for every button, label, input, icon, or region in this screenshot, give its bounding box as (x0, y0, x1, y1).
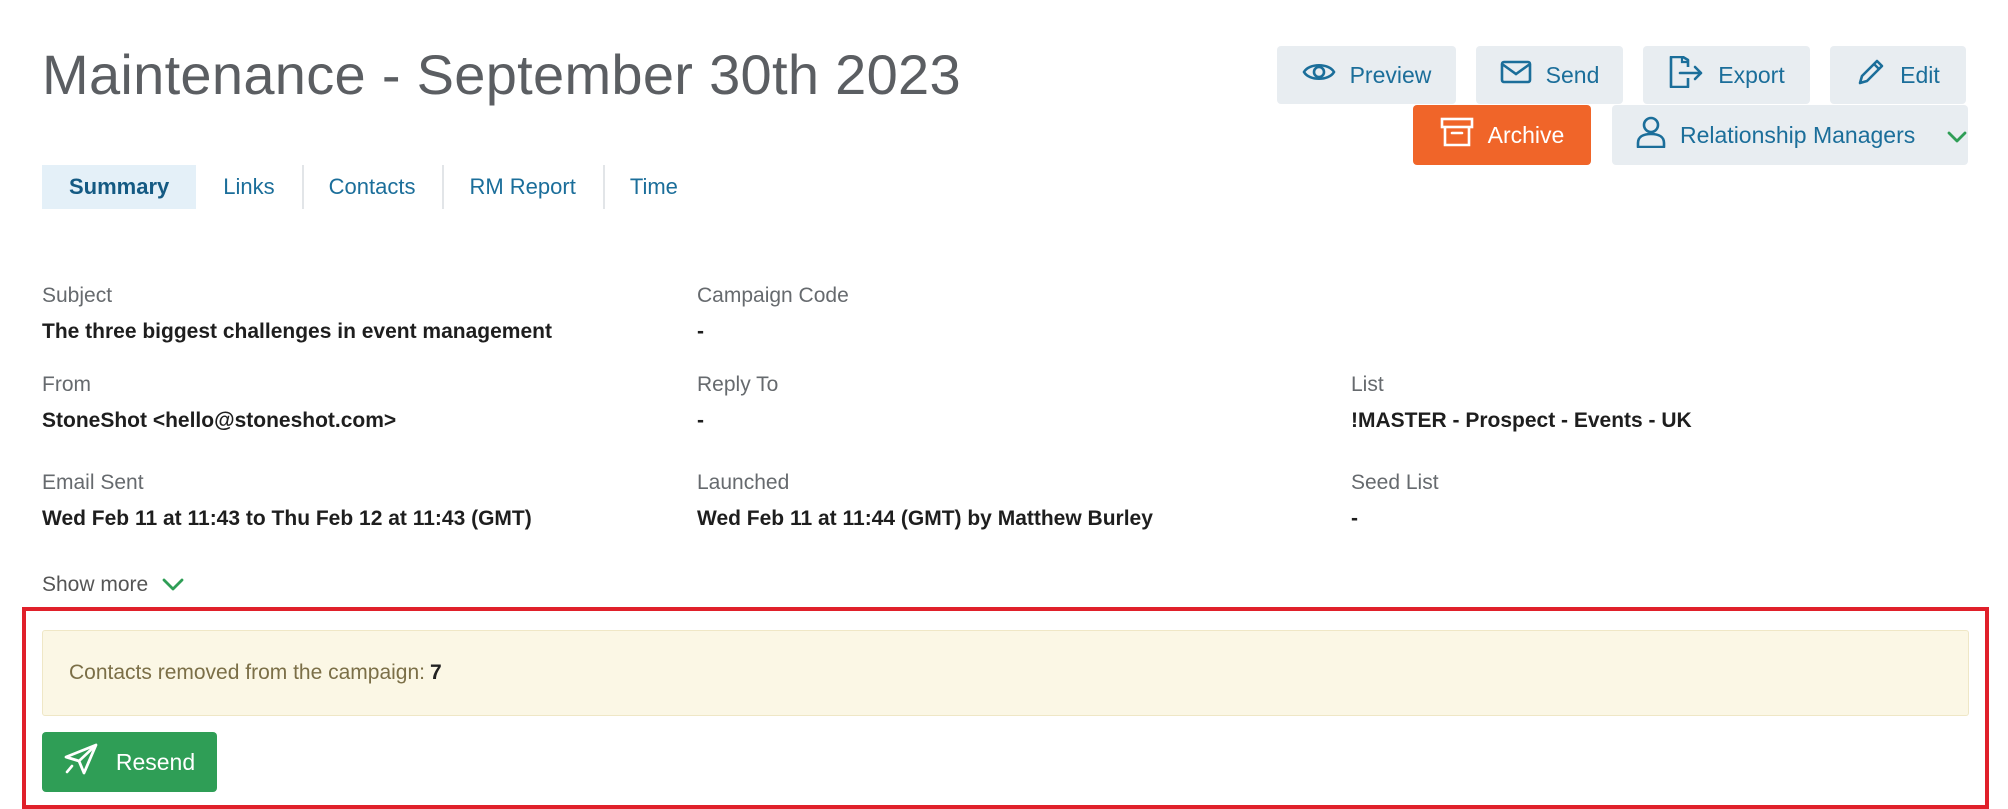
relationship-managers-label: Relationship Managers (1680, 121, 1916, 148)
list-value: !MASTER - Prospect - Events - UK (1351, 409, 1692, 432)
chevron-down-icon (1947, 122, 1967, 149)
seed-list-value: - (1351, 507, 1358, 530)
campaign-code-label: Campaign Code (697, 284, 849, 307)
user-icon (1636, 116, 1666, 154)
archive-box-icon (1440, 117, 1474, 153)
send-button[interactable]: Send (1476, 46, 1623, 104)
envelope-icon (1500, 60, 1532, 90)
export-icon (1668, 55, 1704, 94)
launched-label: Launched (697, 471, 790, 494)
subject-value: The three biggest challenges in event ma… (42, 320, 552, 343)
campaign-code-value: - (697, 320, 704, 343)
email-sent-label: Email Sent (42, 471, 144, 494)
edit-button[interactable]: Edit (1830, 46, 1966, 104)
paper-plane-icon (64, 743, 98, 781)
reply-to-value: - (697, 409, 704, 432)
tab-links[interactable]: Links (196, 165, 301, 209)
archive-label: Archive (1487, 121, 1565, 148)
chevron-down-icon (162, 573, 184, 597)
resend-label: Resend (115, 748, 196, 775)
tab-rm-report[interactable]: RM Report (442, 165, 602, 209)
page-title: Maintenance - September 30th 2023 (42, 43, 961, 106)
removed-contacts-count: 7 (430, 661, 442, 684)
launched-value: Wed Feb 11 at 11:44 (GMT) by Matthew Bur… (697, 507, 1153, 530)
show-more-label: Show more (42, 573, 149, 596)
subject-label: Subject (42, 284, 113, 307)
resend-button[interactable]: Resend (42, 732, 217, 792)
archive-button[interactable]: Archive (1413, 105, 1591, 165)
tab-time[interactable]: Time (602, 165, 705, 209)
tab-contacts[interactable]: Contacts (301, 165, 443, 209)
removed-contacts-notice: Contacts removed from the campaign: 7 (42, 630, 1969, 716)
tab-summary[interactable]: Summary (42, 165, 197, 209)
export-label: Export (1718, 61, 1785, 88)
eye-icon (1302, 60, 1336, 90)
tab-bar: Summary Links Contacts RM Report Time (42, 165, 705, 209)
relationship-managers-dropdown[interactable]: Relationship Managers (1612, 105, 1968, 165)
email-sent-value: Wed Feb 11 at 11:43 to Thu Feb 12 at 11:… (42, 507, 532, 530)
send-label: Send (1545, 61, 1600, 88)
from-value: StoneShot <hello@stoneshot.com> (42, 409, 397, 432)
from-label: From (42, 373, 91, 396)
preview-button[interactable]: Preview (1277, 46, 1456, 104)
seed-list-label: Seed List (1351, 471, 1439, 494)
preview-label: Preview (1349, 61, 1432, 88)
edit-label: Edit (1900, 61, 1940, 88)
list-label: List (1351, 373, 1384, 396)
notice-text: Contacts removed from the campaign: (69, 661, 425, 684)
export-button[interactable]: Export (1643, 46, 1810, 104)
show-more-toggle[interactable]: Show more (42, 573, 184, 597)
reply-to-label: Reply To (697, 373, 779, 396)
pencil-icon (1856, 57, 1886, 93)
